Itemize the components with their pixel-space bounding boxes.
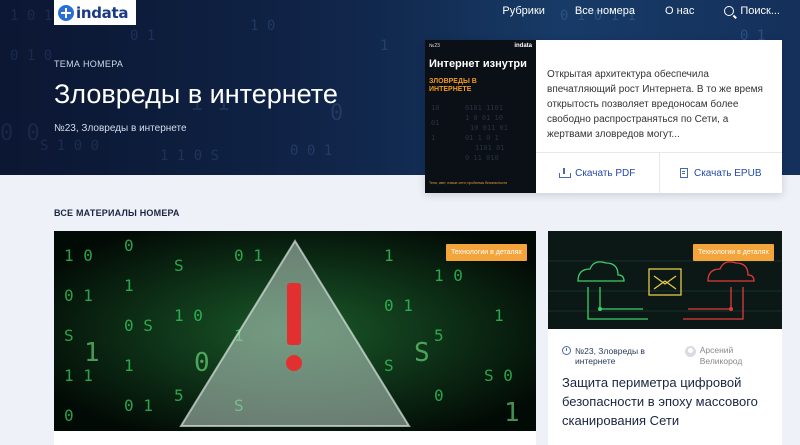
issue-cover[interactable]: 0101 1101 1 0 01 10 10 011 01 01 1 0 1 1101… <box>425 40 536 193</box>
svg-text:1: 1 <box>384 246 394 265</box>
issue-actions: Скачать PDF Скачать EPUB <box>536 152 782 193</box>
issue-card: 0101 1101 1 0 01 10 10 011 01 01 1 0 1 1101… <box>425 40 782 193</box>
svg-text:0: 0 <box>124 236 134 255</box>
svg-text:1101 01: 1101 01 <box>475 144 505 152</box>
main-nav: Рубрики Все номера О нас Поиск... <box>502 5 780 17</box>
category-badge[interactable]: Технологии в деталях <box>446 244 527 261</box>
svg-text:1: 1 <box>124 356 134 375</box>
cover-logo: indata <box>514 43 532 49</box>
category-badge[interactable]: Технологии в деталях <box>693 244 774 261</box>
search-icon <box>724 6 735 16</box>
article-meta: №23, Зловреды в интернете Арсений Велико… <box>562 345 772 367</box>
svg-text:0 1: 0 1 <box>234 246 263 265</box>
svg-text:0: 0 <box>434 386 444 405</box>
svg-text:1: 1 <box>84 338 100 368</box>
nav-all-issues[interactable]: Все номера <box>575 5 635 17</box>
svg-text:01: 01 <box>431 119 439 127</box>
article-card[interactable]: 1 00 1S1 10 010 S10 1 S1 05 0 11S 10 1S … <box>54 231 536 445</box>
matrix-warning-graphic: 1 00 1S1 10 010 S10 1 S1 05 0 11S 10 1S … <box>54 231 536 431</box>
svg-text:S: S <box>64 326 74 345</box>
svg-text:1 0 01 10: 1 0 01 10 <box>465 114 503 122</box>
svg-text:1 1: 1 1 <box>64 366 93 385</box>
svg-text:01 1 0 1: 01 1 0 1 <box>465 134 499 142</box>
download-epub-label: Скачать EPUB <box>693 167 762 179</box>
article-card[interactable]: Технологии в деталях №23, Зловреды в инт… <box>548 231 782 445</box>
logo-text: indata <box>76 3 129 22</box>
svg-text:1: 1 <box>431 134 435 142</box>
search-label: Поиск... <box>740 5 780 17</box>
download-pdf-button[interactable]: Скачать PDF <box>536 153 659 193</box>
svg-text:S: S <box>414 338 430 368</box>
svg-text:1 0: 1 0 <box>434 266 463 285</box>
nav-rubrics[interactable]: Рубрики <box>502 5 544 17</box>
svg-text:0 S: 0 S <box>124 316 153 335</box>
article-issue-link[interactable]: №23, Зловреды в интернете <box>575 346 679 366</box>
article-footer <box>54 431 536 445</box>
hero-label: ТЕМА НОМЕРА <box>54 59 124 69</box>
svg-text:1 0: 1 0 <box>174 306 203 325</box>
svg-text:0: 0 <box>194 348 210 378</box>
book-icon <box>679 168 688 178</box>
download-icon <box>559 168 572 178</box>
svg-text:0: 0 <box>64 406 74 425</box>
article-image: 1 00 1S1 10 010 S10 1 S1 05 0 11S 10 1S … <box>54 231 536 431</box>
nav-about[interactable]: О нас <box>665 5 694 17</box>
svg-text:0 1: 0 1 <box>124 396 153 415</box>
hero-title: Зловреды в интернете <box>54 79 338 109</box>
hero-subtitle[interactable]: №23, Зловреды в интернете <box>54 123 187 134</box>
section-title: ВСЕ МАТЕРИАЛЫ НОМЕРА <box>54 208 180 218</box>
svg-text:S: S <box>384 356 394 375</box>
cover-subtitle: ЗЛОВРЕДЫ В ИНТЕРНЕТЕ <box>429 78 477 94</box>
svg-text:0 1: 0 1 <box>64 286 93 305</box>
svg-text:1: 1 <box>494 306 504 325</box>
svg-text:10: 10 <box>431 104 439 112</box>
cover-title: Интернет изнутри <box>429 58 527 70</box>
svg-text:0 1: 0 1 <box>384 296 413 315</box>
search-button[interactable]: Поиск... <box>724 5 780 17</box>
svg-text:0101 1101: 0101 1101 <box>465 104 503 112</box>
svg-text:0 11 010: 0 11 010 <box>465 154 499 162</box>
cover-number: №23 <box>429 43 440 49</box>
svg-text:5: 5 <box>434 326 444 345</box>
site-logo[interactable]: indata <box>54 0 136 25</box>
cover-footer: Тени, свет, новые сети; проблемы безопас… <box>429 180 508 185</box>
download-epub-button[interactable]: Скачать EPUB <box>658 153 783 193</box>
svg-text:S 0: S 0 <box>484 366 513 385</box>
svg-text:1: 1 <box>504 398 520 428</box>
svg-text:1: 1 <box>124 276 134 295</box>
logo-icon <box>58 4 74 21</box>
download-pdf-label: Скачать PDF <box>575 167 636 179</box>
author-avatar <box>684 346 696 357</box>
author-name[interactable]: Арсений Великород <box>700 345 772 367</box>
svg-text:S: S <box>174 256 184 275</box>
svg-text:10 011 01: 10 011 01 <box>470 124 508 132</box>
svg-text:1 0: 1 0 <box>64 246 93 265</box>
issue-description: Открытая архитектура обеспечила впечатля… <box>547 69 763 140</box>
clock-icon <box>562 346 571 355</box>
svg-text:5: 5 <box>174 386 184 405</box>
article-title[interactable]: Защита периметра цифровой безопасности в… <box>562 374 774 431</box>
